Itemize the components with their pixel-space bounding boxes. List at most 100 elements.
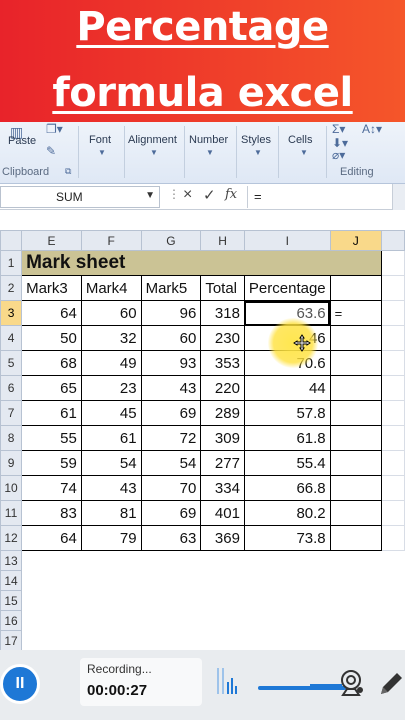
cell[interactable] bbox=[380, 590, 405, 611]
clear-icon[interactable]: ⌀▾ bbox=[332, 148, 345, 162]
row-header[interactable]: 15 bbox=[0, 590, 23, 611]
cell[interactable] bbox=[329, 610, 382, 631]
enter-icon[interactable]: ✓ bbox=[203, 186, 216, 204]
column-header[interactable]: E bbox=[21, 230, 82, 251]
data-cell[interactable]: 54 bbox=[80, 450, 142, 476]
cell-j[interactable] bbox=[329, 450, 382, 476]
cell-j[interactable] bbox=[329, 375, 382, 401]
cell[interactable] bbox=[80, 570, 142, 591]
chevron-down-icon[interactable]: ▼ bbox=[145, 190, 155, 201]
volume-slider-handle[interactable] bbox=[310, 676, 342, 686]
formula-input[interactable]: = bbox=[247, 186, 405, 208]
cell[interactable] bbox=[329, 275, 382, 301]
data-cell[interactable]: 74 bbox=[21, 475, 82, 501]
cell[interactable] bbox=[200, 610, 245, 631]
font-button[interactable]: Font bbox=[89, 134, 111, 146]
data-cell[interactable]: 70.6 bbox=[243, 350, 331, 376]
cell[interactable] bbox=[380, 475, 405, 501]
row-header[interactable]: 10 bbox=[0, 475, 23, 501]
data-cell[interactable]: 334 bbox=[200, 475, 245, 501]
row-header[interactable]: 3 bbox=[0, 300, 23, 326]
sum-icon[interactable]: Σ▾ bbox=[332, 122, 345, 136]
data-cell[interactable]: 55 bbox=[21, 425, 82, 451]
number-button[interactable]: Number bbox=[189, 134, 228, 146]
header-cell[interactable]: Mark4 bbox=[80, 275, 142, 301]
column-header[interactable]: G bbox=[140, 230, 202, 251]
row-header[interactable]: 2 bbox=[0, 275, 23, 301]
data-cell[interactable]: 93 bbox=[140, 350, 202, 376]
cell[interactable] bbox=[329, 630, 382, 651]
data-cell[interactable]: 72 bbox=[140, 425, 202, 451]
data-cell[interactable]: 63 bbox=[140, 525, 202, 551]
volume-slider[interactable] bbox=[258, 686, 346, 690]
row-header[interactable]: 5 bbox=[0, 350, 23, 376]
dialog-launcher-icon[interactable]: ⧉ bbox=[65, 166, 71, 177]
cell-j[interactable] bbox=[329, 525, 382, 551]
data-cell[interactable]: 45 bbox=[80, 400, 142, 426]
data-cell[interactable]: 44 bbox=[243, 375, 331, 401]
data-cell[interactable]: 83 bbox=[21, 500, 82, 526]
sort-filter-icon[interactable]: A↕▾ bbox=[362, 122, 382, 136]
cell[interactable] bbox=[140, 570, 202, 591]
alignment-button[interactable]: Alignment bbox=[128, 134, 177, 146]
cell[interactable] bbox=[80, 630, 142, 651]
format-painter-icon[interactable]: ✎ bbox=[46, 144, 56, 158]
cell[interactable] bbox=[380, 325, 405, 351]
styles-button[interactable]: Styles bbox=[241, 134, 271, 146]
cell[interactable] bbox=[21, 630, 82, 651]
data-cell[interactable]: 401 bbox=[200, 500, 245, 526]
data-cell[interactable]: 69 bbox=[140, 500, 202, 526]
cell[interactable] bbox=[380, 375, 405, 401]
data-cell[interactable]: 96 bbox=[140, 300, 202, 326]
pen-icon[interactable] bbox=[377, 668, 405, 698]
data-cell[interactable]: 61.8 bbox=[243, 425, 331, 451]
data-cell[interactable]: 46 bbox=[243, 325, 331, 351]
data-cell[interactable]: 318 bbox=[200, 300, 245, 326]
data-cell[interactable]: 55.4 bbox=[243, 450, 331, 476]
name-box[interactable]: SUM ▼ bbox=[0, 186, 160, 208]
data-cell[interactable]: 66.8 bbox=[243, 475, 331, 501]
data-cell[interactable]: 60 bbox=[140, 325, 202, 351]
cell[interactable] bbox=[380, 525, 405, 551]
cell[interactable] bbox=[200, 570, 245, 591]
data-cell[interactable]: 369 bbox=[200, 525, 245, 551]
cell[interactable] bbox=[380, 275, 405, 301]
row-header[interactable]: 13 bbox=[0, 550, 23, 571]
cell[interactable] bbox=[140, 590, 202, 611]
data-cell[interactable]: 68 bbox=[21, 350, 82, 376]
cell[interactable] bbox=[243, 610, 331, 631]
cell[interactable] bbox=[380, 500, 405, 526]
data-cell[interactable]: 277 bbox=[200, 450, 245, 476]
cell[interactable] bbox=[243, 590, 331, 611]
cell[interactable] bbox=[200, 550, 245, 571]
webcam-icon[interactable] bbox=[339, 668, 365, 698]
row-header[interactable]: 16 bbox=[0, 610, 23, 631]
data-cell[interactable]: 80.2 bbox=[243, 500, 331, 526]
data-cell[interactable]: 63.6 bbox=[243, 300, 331, 326]
cell[interactable] bbox=[140, 630, 202, 651]
cell[interactable] bbox=[243, 630, 331, 651]
cancel-icon[interactable]: × bbox=[183, 186, 192, 204]
cell[interactable] bbox=[380, 300, 405, 326]
cell[interactable] bbox=[21, 610, 82, 631]
cell-j[interactable] bbox=[329, 475, 382, 501]
data-cell[interactable]: 61 bbox=[21, 400, 82, 426]
row-header[interactable]: 4 bbox=[0, 325, 23, 351]
data-cell[interactable]: 70 bbox=[140, 475, 202, 501]
data-cell[interactable]: 69 bbox=[140, 400, 202, 426]
data-cell[interactable]: 64 bbox=[21, 525, 82, 551]
data-cell[interactable]: 49 bbox=[80, 350, 142, 376]
data-cell[interactable]: 32 bbox=[80, 325, 142, 351]
pause-button[interactable]: II bbox=[0, 664, 40, 704]
row-header[interactable]: 9 bbox=[0, 450, 23, 476]
audio-level-icon[interactable] bbox=[216, 668, 240, 694]
header-cell[interactable]: Mark3 bbox=[21, 275, 82, 301]
cell[interactable] bbox=[80, 610, 142, 631]
row-header[interactable]: 8 bbox=[0, 425, 23, 451]
cell[interactable] bbox=[200, 630, 245, 651]
row-header[interactable]: 6 bbox=[0, 375, 23, 401]
data-cell[interactable]: 73.8 bbox=[243, 525, 331, 551]
paste-button[interactable]: Paste bbox=[8, 135, 36, 147]
row-header[interactable]: 1 bbox=[0, 250, 23, 276]
data-cell[interactable]: 353 bbox=[200, 350, 245, 376]
